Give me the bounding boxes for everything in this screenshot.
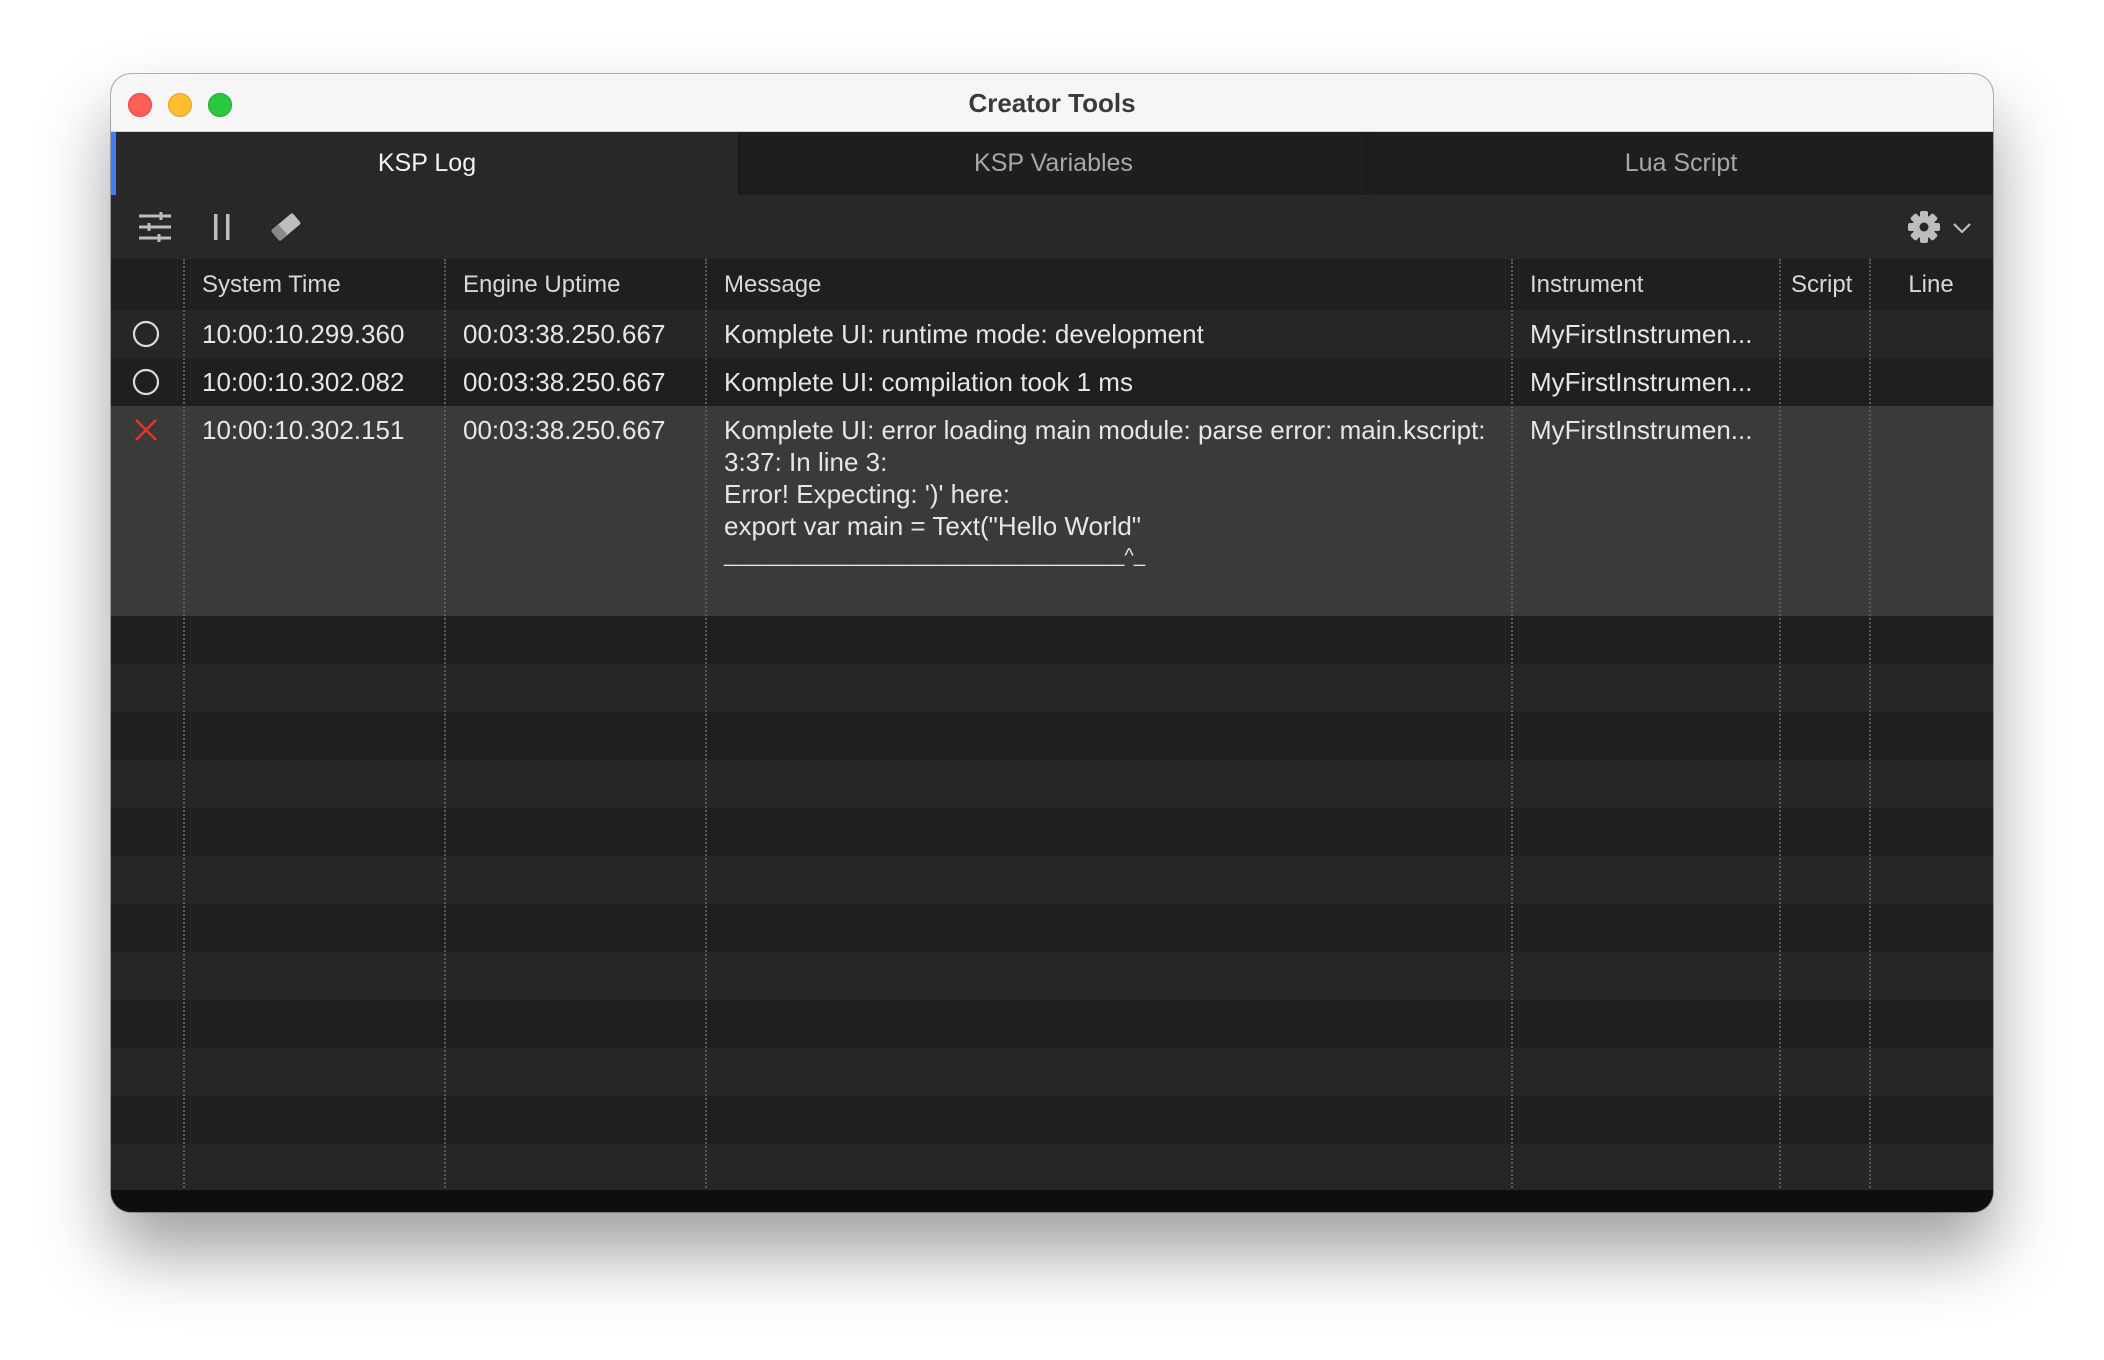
instrument-cell: MyFirstInstrumen...	[1530, 415, 1753, 445]
empty-table-row	[111, 904, 1993, 952]
tab-ksp-variables[interactable]: KSP Variables	[741, 132, 1366, 195]
message-cell: Komplete UI: runtime mode: development	[724, 319, 1204, 349]
tab-ksp-log[interactable]: KSP Log	[111, 132, 738, 195]
column-header-instrument[interactable]: Instrument	[1511, 259, 1779, 310]
error-x-icon	[131, 415, 161, 445]
instrument-cell: MyFirstInstrumen...	[1530, 319, 1753, 349]
creator-tools-window: Creator Tools KSP Log KSP Variables Lua …	[111, 74, 1993, 1212]
sliders-icon[interactable]	[137, 209, 173, 245]
empty-table-row	[111, 616, 1993, 664]
system-time-cell: 10:00:10.302.151	[202, 415, 405, 445]
message-line: export var main = Text("Hello World"	[724, 511, 1142, 541]
system-time-cell: 10:00:10.299.360	[202, 319, 405, 349]
empty-table-row	[111, 856, 1993, 904]
empty-table-row	[111, 1144, 1993, 1190]
column-header-engine-uptime[interactable]: Engine Uptime	[444, 259, 705, 310]
tab-bar: KSP Log KSP Variables Lua Script	[111, 132, 1993, 195]
eraser-icon[interactable]	[268, 209, 304, 245]
table-row-selected[interactable]: 10:00:10.302.151 00:03:38.250.667 Komple…	[111, 406, 1993, 616]
message-line: Komplete UI: error loading main module: …	[724, 415, 1486, 445]
column-header-message[interactable]: Message	[705, 259, 1511, 310]
bottom-bar	[111, 1190, 1993, 1212]
engine-uptime-cell: 00:03:38.250.667	[463, 367, 666, 397]
column-header-system-time[interactable]: System Time	[183, 259, 444, 310]
column-divider[interactable]	[1779, 259, 1781, 1212]
info-circle-icon	[131, 319, 161, 349]
column-divider[interactable]	[183, 259, 185, 1212]
pause-icon[interactable]	[204, 209, 240, 245]
message-line: ____________________________________^_	[724, 545, 1145, 567]
info-circle-icon	[131, 367, 161, 397]
engine-uptime-cell: 00:03:38.250.667	[463, 319, 666, 349]
table-header: System Time Engine Uptime Message Instru…	[111, 259, 1993, 310]
message-cell: Komplete UI: error loading main module: …	[705, 406, 1505, 570]
log-table: System Time Engine Uptime Message Instru…	[111, 259, 1993, 1212]
column-divider[interactable]	[1869, 259, 1871, 1212]
table-row[interactable]: 10:00:10.299.360 00:03:38.250.667 Komple…	[111, 310, 1993, 358]
message-line: 3:37: In line 3:	[724, 447, 888, 477]
instrument-cell: MyFirstInstrumen...	[1530, 367, 1753, 397]
engine-uptime-cell: 00:03:38.250.667	[463, 415, 666, 445]
message-line: Error! Expecting: ')' here:	[724, 479, 1010, 509]
tab-lua-script[interactable]: Lua Script	[1369, 132, 1993, 195]
column-divider[interactable]	[705, 259, 707, 1212]
gear-icon[interactable]	[1906, 209, 1942, 245]
empty-table-row	[111, 712, 1993, 760]
column-header-line[interactable]: Line	[1869, 259, 1993, 310]
column-divider[interactable]	[444, 259, 446, 1212]
title-bar: Creator Tools	[111, 74, 1993, 132]
empty-table-row	[111, 760, 1993, 808]
empty-table-row	[111, 1096, 1993, 1144]
table-row[interactable]: 10:00:10.302.082 00:03:38.250.667 Komple…	[111, 358, 1993, 406]
empty-table-row	[111, 1048, 1993, 1096]
message-cell: Komplete UI: compilation took 1 ms	[724, 367, 1133, 397]
system-time-cell: 10:00:10.302.082	[202, 367, 405, 397]
column-divider[interactable]	[1511, 259, 1513, 1212]
empty-table-row	[111, 808, 1993, 856]
column-header-status[interactable]	[111, 259, 183, 310]
empty-table-row	[111, 664, 1993, 712]
column-header-script[interactable]: Script	[1779, 259, 1869, 310]
toolbar	[111, 195, 1993, 259]
chevron-down-icon[interactable]	[1951, 217, 1973, 239]
empty-table-row	[111, 952, 1993, 1000]
window-title: Creator Tools	[968, 88, 1136, 118]
empty-table-row	[111, 1000, 1993, 1048]
